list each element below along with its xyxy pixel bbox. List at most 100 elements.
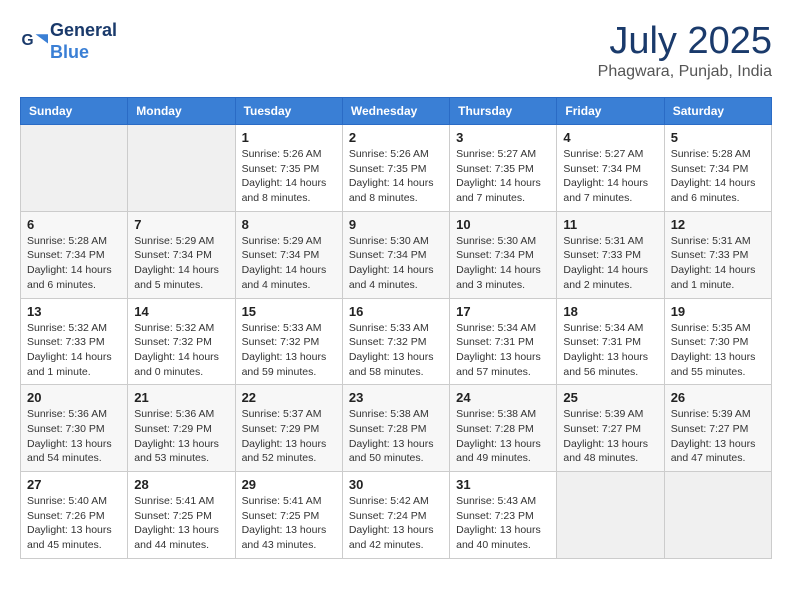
day-info: Sunrise: 5:31 AM Sunset: 7:33 PM Dayligh… [563, 234, 657, 293]
calendar-cell: 26Sunrise: 5:39 AM Sunset: 7:27 PM Dayli… [664, 385, 771, 472]
calendar-cell: 9 Sunrise: 5:30 AM Sunset: 7:34 PM Daylig… [342, 211, 449, 298]
day-number: 25 [563, 390, 657, 405]
calendar-cell [664, 472, 771, 559]
day-number: 21 [134, 390, 228, 405]
logo-line1: General [50, 20, 117, 42]
day-number: 7 [134, 217, 228, 232]
day-number: 28 [134, 477, 228, 492]
day-info: Sunrise: 5:32 AM Sunset: 7:32 PM Dayligh… [134, 321, 228, 380]
calendar-cell: 5 Sunrise: 5:28 AM Sunset: 7:34 PM Daylig… [664, 125, 771, 212]
weekday-header-saturday: Saturday [664, 98, 771, 125]
day-info: Sunrise: 5:28 AM Sunset: 7:34 PM Dayligh… [27, 234, 121, 293]
day-number: 15 [242, 304, 336, 319]
calendar-cell: 29 Sunrise: 5:41 AM Sunset: 7:25 PM Dayli… [235, 472, 342, 559]
calendar-cell: 3 Sunrise: 5:27 AM Sunset: 7:35 PM Daylig… [450, 125, 557, 212]
day-number: 26 [671, 390, 765, 405]
day-info: Sunrise: 5:28 AM Sunset: 7:34 PM Dayligh… [671, 147, 765, 206]
day-number: 3 [456, 130, 550, 145]
calendar-cell: 19Sunrise: 5:35 AM Sunset: 7:30 PM Dayli… [664, 298, 771, 385]
day-info: Sunrise: 5:41 AM Sunset: 7:25 PM Dayligh… [242, 494, 336, 553]
day-number: 23 [349, 390, 443, 405]
day-info: Sunrise: 5:39 AM Sunset: 7:27 PM Dayligh… [563, 407, 657, 466]
day-info: Sunrise: 5:34 AM Sunset: 7:31 PM Dayligh… [456, 321, 550, 380]
day-number: 19 [671, 304, 765, 319]
day-number: 8 [242, 217, 336, 232]
calendar-body: 1 Sunrise: 5:26 AM Sunset: 7:35 PM Daylig… [21, 125, 772, 559]
day-info: Sunrise: 5:41 AM Sunset: 7:25 PM Dayligh… [134, 494, 228, 553]
calendar-cell [128, 125, 235, 212]
day-info: Sunrise: 5:38 AM Sunset: 7:28 PM Dayligh… [349, 407, 443, 466]
calendar-cell [557, 472, 664, 559]
weekday-header-thursday: Thursday [450, 98, 557, 125]
day-number: 5 [671, 130, 765, 145]
calendar-cell: 13Sunrise: 5:32 AM Sunset: 7:33 PM Dayli… [21, 298, 128, 385]
location-title: Phagwara, Punjab, India [598, 63, 772, 81]
page-header: G General Blue July 2025 Phagwara, Punja… [20, 20, 772, 81]
calendar-cell: 15 Sunrise: 5:33 AM Sunset: 7:32 PM Dayli… [235, 298, 342, 385]
calendar-cell: 14 Sunrise: 5:32 AM Sunset: 7:32 PM Dayli… [128, 298, 235, 385]
calendar-cell: 1 Sunrise: 5:26 AM Sunset: 7:35 PM Daylig… [235, 125, 342, 212]
calendar-cell: 4Sunrise: 5:27 AM Sunset: 7:34 PM Daylig… [557, 125, 664, 212]
day-number: 10 [456, 217, 550, 232]
day-info: Sunrise: 5:30 AM Sunset: 7:34 PM Dayligh… [349, 234, 443, 293]
logo-line2: Blue [50, 42, 117, 64]
day-info: Sunrise: 5:27 AM Sunset: 7:34 PM Dayligh… [563, 147, 657, 206]
day-number: 17 [456, 304, 550, 319]
calendar-cell: 18 Sunrise: 5:34 AM Sunset: 7:31 PM Dayli… [557, 298, 664, 385]
calendar-cell: 12 Sunrise: 5:31 AM Sunset: 7:33 PM Dayli… [664, 211, 771, 298]
calendar-cell: 16 Sunrise: 5:33 AM Sunset: 7:32 PM Dayli… [342, 298, 449, 385]
day-info: Sunrise: 5:29 AM Sunset: 7:34 PM Dayligh… [242, 234, 336, 293]
calendar-cell: 21 Sunrise: 5:36 AM Sunset: 7:29 PM Dayli… [128, 385, 235, 472]
day-number: 20 [27, 390, 121, 405]
day-info: Sunrise: 5:34 AM Sunset: 7:31 PM Dayligh… [563, 321, 657, 380]
calendar-cell: 31Sunrise: 5:43 AM Sunset: 7:23 PM Dayli… [450, 472, 557, 559]
calendar-cell: 23 Sunrise: 5:38 AM Sunset: 7:28 PM Dayli… [342, 385, 449, 472]
day-number: 11 [563, 217, 657, 232]
day-info: Sunrise: 5:33 AM Sunset: 7:32 PM Dayligh… [242, 321, 336, 380]
calendar-week-3: 13Sunrise: 5:32 AM Sunset: 7:33 PM Dayli… [21, 298, 772, 385]
day-info: Sunrise: 5:31 AM Sunset: 7:33 PM Dayligh… [671, 234, 765, 293]
weekday-header-tuesday: Tuesday [235, 98, 342, 125]
day-number: 18 [563, 304, 657, 319]
day-info: Sunrise: 5:27 AM Sunset: 7:35 PM Dayligh… [456, 147, 550, 206]
day-number: 16 [349, 304, 443, 319]
calendar-cell: 11 Sunrise: 5:31 AM Sunset: 7:33 PM Dayli… [557, 211, 664, 298]
weekday-header-row: SundayMondayTuesdayWednesdayThursdayFrid… [21, 98, 772, 125]
calendar-cell [21, 125, 128, 212]
day-number: 29 [242, 477, 336, 492]
month-title: July 2025 [598, 20, 772, 63]
day-info: Sunrise: 5:36 AM Sunset: 7:29 PM Dayligh… [134, 407, 228, 466]
weekday-header-wednesday: Wednesday [342, 98, 449, 125]
day-number: 31 [456, 477, 550, 492]
calendar-cell: 27Sunrise: 5:40 AM Sunset: 7:26 PM Dayli… [21, 472, 128, 559]
day-number: 22 [242, 390, 336, 405]
day-number: 27 [27, 477, 121, 492]
day-number: 6 [27, 217, 121, 232]
day-number: 12 [671, 217, 765, 232]
calendar-cell: 17 Sunrise: 5:34 AM Sunset: 7:31 PM Dayli… [450, 298, 557, 385]
day-number: 24 [456, 390, 550, 405]
calendar-cell: 6 Sunrise: 5:28 AM Sunset: 7:34 PM Daylig… [21, 211, 128, 298]
calendar-week-2: 6 Sunrise: 5:28 AM Sunset: 7:34 PM Daylig… [21, 211, 772, 298]
day-number: 9 [349, 217, 443, 232]
day-number: 30 [349, 477, 443, 492]
logo: G General Blue [20, 20, 117, 63]
calendar-table: SundayMondayTuesdayWednesdayThursdayFrid… [20, 97, 772, 559]
weekday-header-sunday: Sunday [21, 98, 128, 125]
day-info: Sunrise: 5:30 AM Sunset: 7:34 PM Dayligh… [456, 234, 550, 293]
calendar-cell: 22 Sunrise: 5:37 AM Sunset: 7:29 PM Dayli… [235, 385, 342, 472]
day-info: Sunrise: 5:26 AM Sunset: 7:35 PM Dayligh… [349, 147, 443, 206]
calendar-cell: 24Sunrise: 5:38 AM Sunset: 7:28 PM Dayli… [450, 385, 557, 472]
calendar-week-5: 27Sunrise: 5:40 AM Sunset: 7:26 PM Dayli… [21, 472, 772, 559]
day-info: Sunrise: 5:33 AM Sunset: 7:32 PM Dayligh… [349, 321, 443, 380]
title-block: July 2025 Phagwara, Punjab, India [598, 20, 772, 81]
svg-text:G: G [22, 32, 34, 49]
day-info: Sunrise: 5:37 AM Sunset: 7:29 PM Dayligh… [242, 407, 336, 466]
day-info: Sunrise: 5:26 AM Sunset: 7:35 PM Dayligh… [242, 147, 336, 206]
day-number: 1 [242, 130, 336, 145]
day-info: Sunrise: 5:29 AM Sunset: 7:34 PM Dayligh… [134, 234, 228, 293]
weekday-header-friday: Friday [557, 98, 664, 125]
day-number: 14 [134, 304, 228, 319]
day-number: 13 [27, 304, 121, 319]
calendar-week-1: 1 Sunrise: 5:26 AM Sunset: 7:35 PM Daylig… [21, 125, 772, 212]
